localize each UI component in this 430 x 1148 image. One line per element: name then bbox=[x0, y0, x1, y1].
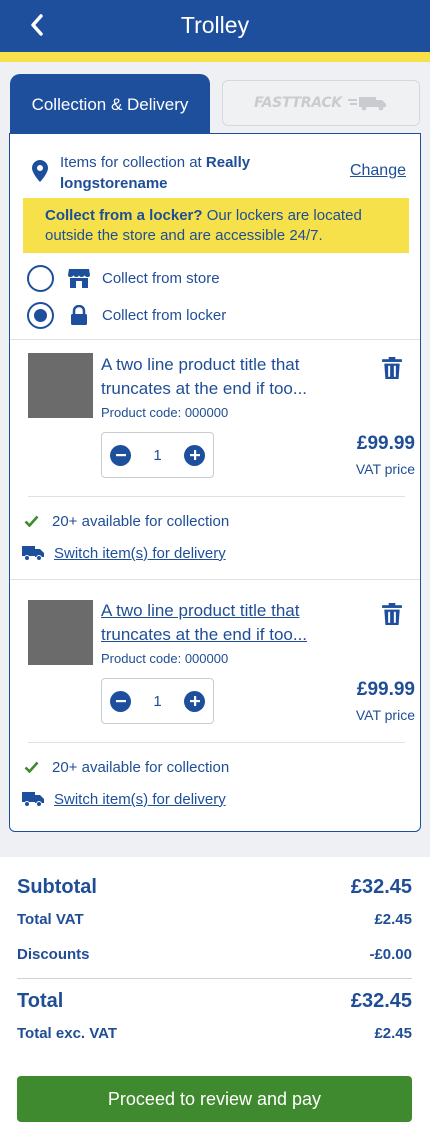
product-code: Product code: 000000 bbox=[101, 405, 229, 420]
lock-icon bbox=[68, 304, 90, 326]
subtotal-label: Subtotal bbox=[17, 876, 97, 898]
product-image bbox=[28, 353, 93, 418]
availability-status: 20+ available for collection bbox=[24, 511, 229, 531]
collect-from-locker-label: Collect from locker bbox=[102, 306, 227, 324]
decrease-quantity-button[interactable] bbox=[110, 444, 131, 466]
tab-collection-delivery[interactable]: Collection & Delivery bbox=[10, 74, 210, 136]
product-price: £99.99 bbox=[356, 433, 415, 454]
vat-label: Total VAT bbox=[17, 911, 84, 928]
switch-to-delivery-link[interactable]: Switch item(s) for delivery bbox=[22, 543, 226, 563]
product-title-line-1: A two line product title that bbox=[101, 355, 300, 374]
quantity-value[interactable]: 1 bbox=[153, 693, 161, 710]
vat-value: £2.45 bbox=[374, 911, 412, 928]
collect-from-store-radio[interactable] bbox=[27, 264, 54, 292]
switch-to-delivery-label: Switch item(s) for delivery bbox=[54, 790, 226, 808]
minus-icon bbox=[115, 700, 126, 703]
section-divider bbox=[10, 579, 420, 580]
availability-text: 20+ available for collection bbox=[52, 758, 230, 776]
product-title-line-2: truncates at the end if too... bbox=[101, 379, 308, 398]
product-divider bbox=[28, 496, 405, 497]
section-divider bbox=[10, 339, 420, 340]
tab-fast-track[interactable]: FASTTRACK bbox=[222, 80, 420, 126]
collect-from-store-option[interactable]: Collect from store bbox=[27, 264, 327, 292]
locker-info-banner: Collect from a locker? Our lockers are l… bbox=[23, 198, 409, 253]
checkmark-icon bbox=[24, 761, 39, 773]
collect-from-store-label: Collect from store bbox=[102, 269, 220, 287]
total-exc-vat-value: £2.45 bbox=[374, 1025, 412, 1042]
subtotal-value: £32.45 bbox=[350, 876, 412, 898]
total-row: Total £32.45 bbox=[17, 990, 412, 1013]
product-divider bbox=[28, 742, 405, 743]
decrease-quantity-button[interactable] bbox=[110, 690, 131, 712]
collection-location-text: Items for collection at Really longstore… bbox=[60, 152, 310, 194]
discounts-value: -£0.00 bbox=[369, 946, 412, 963]
back-button[interactable] bbox=[22, 10, 52, 40]
location-prefix: Items for collection at bbox=[60, 154, 206, 171]
delivery-truck-icon bbox=[22, 792, 44, 807]
product-image bbox=[28, 600, 93, 665]
product-price-note: VAT price bbox=[355, 461, 415, 477]
header-stripe bbox=[0, 52, 430, 62]
fast-track-label: FASTTRACK bbox=[254, 95, 342, 111]
vat-row: Total VAT £2.45 bbox=[17, 911, 412, 928]
switch-to-delivery-label: Switch item(s) for delivery bbox=[54, 544, 226, 562]
total-exc-vat-row: Total exc. VAT £2.45 bbox=[17, 1025, 412, 1042]
collection-location: Items for collection at Really longstore… bbox=[24, 150, 414, 194]
delivery-truck-icon bbox=[22, 546, 44, 561]
product-title[interactable]: A two line product title that truncates … bbox=[101, 599, 346, 647]
product-price-note: VAT price bbox=[355, 707, 415, 723]
product-code: Product code: 000000 bbox=[101, 651, 229, 666]
availability-status: 20+ available for collection bbox=[24, 757, 229, 777]
quantity-value[interactable]: 1 bbox=[153, 447, 161, 464]
trash-icon[interactable] bbox=[382, 603, 402, 625]
location-pin-icon bbox=[32, 160, 48, 182]
total-exc-vat-label: Total exc. VAT bbox=[17, 1025, 118, 1042]
locker-banner-heading: Collect from a locker? bbox=[45, 207, 203, 224]
discounts-label: Discounts bbox=[17, 946, 90, 963]
increase-quantity-button[interactable] bbox=[184, 444, 205, 466]
proceed-button[interactable]: Proceed to review and pay bbox=[17, 1076, 412, 1122]
product-price: £99.99 bbox=[356, 679, 415, 700]
trash-icon[interactable] bbox=[382, 357, 402, 379]
plus-icon bbox=[189, 696, 200, 706]
switch-to-delivery-link[interactable]: Switch item(s) for delivery bbox=[22, 789, 226, 809]
store-icon bbox=[68, 267, 90, 289]
product-title-line-2: truncates at the end if too... bbox=[101, 625, 308, 644]
total-label: Total bbox=[17, 990, 64, 1012]
quantity-stepper: 1 bbox=[101, 432, 214, 478]
checkmark-icon bbox=[24, 515, 39, 527]
plus-icon bbox=[189, 450, 200, 460]
page-title: Trolley bbox=[180, 12, 250, 38]
minus-icon bbox=[115, 454, 126, 457]
product-title[interactable]: A two line product title that truncates … bbox=[101, 353, 346, 401]
product-title-line-1: A two line product title that bbox=[101, 601, 300, 620]
quantity-stepper: 1 bbox=[101, 678, 214, 724]
discounts-row: Discounts -£0.00 bbox=[17, 946, 412, 963]
chevron-left-icon bbox=[31, 14, 43, 36]
delivery-van-icon bbox=[347, 97, 386, 111]
subtotal-row: Subtotal £32.45 bbox=[17, 876, 412, 899]
collect-from-locker-radio[interactable] bbox=[27, 301, 54, 329]
summary-divider bbox=[17, 978, 412, 979]
collect-from-locker-option[interactable]: Collect from locker bbox=[27, 301, 327, 329]
increase-quantity-button[interactable] bbox=[184, 690, 205, 712]
total-value: £32.45 bbox=[350, 990, 412, 1012]
availability-text: 20+ available for collection bbox=[52, 512, 230, 530]
change-store-link[interactable]: Change bbox=[350, 162, 406, 180]
